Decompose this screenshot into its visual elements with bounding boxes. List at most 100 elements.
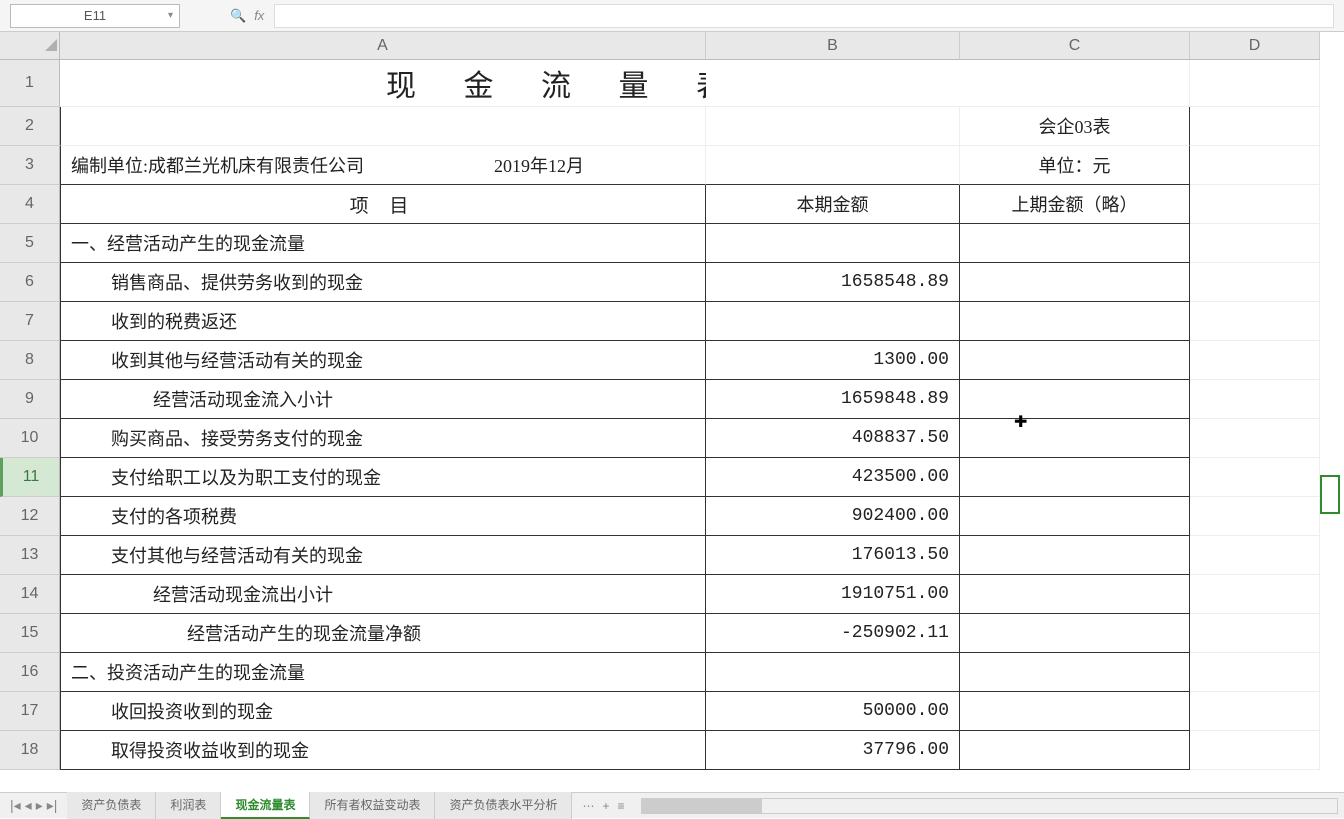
row-header[interactable]: 8 — [0, 341, 60, 380]
scroll-thumb[interactable] — [642, 799, 762, 813]
cell[interactable] — [1190, 224, 1320, 263]
cell[interactable]: 支付的各项税费 — [60, 497, 706, 536]
prev-sheet-icon[interactable]: ◂ — [25, 797, 32, 814]
tab-list-icon[interactable]: ≡ — [618, 799, 625, 813]
sheet-tab[interactable]: 利润表 — [156, 792, 221, 819]
cell[interactable]: 编制单位:成都兰光机床有限责任公司2019年12月 — [60, 146, 706, 185]
cell[interactable] — [1190, 60, 1320, 107]
name-box[interactable]: E11 — [10, 4, 180, 28]
row-header[interactable]: 6 — [0, 263, 60, 302]
cell[interactable]: 1300.00 — [706, 341, 960, 380]
cell[interactable] — [960, 614, 1190, 653]
cell[interactable]: 一、经营活动产生的现金流量 — [60, 224, 706, 263]
row-header[interactable]: 13 — [0, 536, 60, 575]
cell[interactable]: 1659848.89 — [706, 380, 960, 419]
cell[interactable]: 50000.00 — [706, 692, 960, 731]
row-header[interactable]: 9 — [0, 380, 60, 419]
cell[interactable] — [706, 146, 960, 185]
cell[interactable]: 1658548.89 — [706, 263, 960, 302]
cell[interactable] — [960, 497, 1190, 536]
row-header[interactable]: 18 — [0, 731, 60, 770]
cell[interactable] — [60, 107, 706, 146]
last-sheet-icon[interactable]: ▸| — [47, 797, 58, 814]
cell[interactable]: 本期金额 — [706, 185, 960, 224]
row-header[interactable]: 5 — [0, 224, 60, 263]
row-header[interactable]: 4 — [0, 185, 60, 224]
sheet-tab[interactable]: 所有者权益变动表 — [310, 792, 435, 819]
cell[interactable]: 上期金额（略） — [960, 185, 1190, 224]
sheet-tab[interactable]: 现金流量表 — [221, 792, 310, 819]
cell[interactable] — [1190, 497, 1320, 536]
cell[interactable] — [1190, 536, 1320, 575]
zoom-icon[interactable]: 🔍 — [230, 8, 246, 24]
row-header[interactable]: 10 — [0, 419, 60, 458]
cell[interactable] — [706, 302, 960, 341]
cell[interactable]: 37796.00 — [706, 731, 960, 770]
cell[interactable]: 现 金 流 量 表 — [60, 60, 706, 107]
col-header-D[interactable]: D — [1190, 32, 1320, 60]
row-header[interactable]: 12 — [0, 497, 60, 536]
first-sheet-icon[interactable]: |◂ — [10, 797, 21, 814]
cell[interactable]: 支付给职工以及为职工支付的现金 — [60, 458, 706, 497]
cell[interactable] — [960, 302, 1190, 341]
cell[interactable]: 支付其他与经营活动有关的现金 — [60, 536, 706, 575]
cell[interactable]: -250902.11 — [706, 614, 960, 653]
cell[interactable]: 会企03表 — [960, 107, 1190, 146]
cell[interactable]: 项 目 — [60, 185, 706, 224]
cell[interactable] — [1190, 185, 1320, 224]
sheet-tab[interactable]: 资产负债表 — [67, 792, 156, 819]
add-sheet-icon[interactable]: + — [602, 799, 609, 813]
cell[interactable] — [706, 653, 960, 692]
cell[interactable]: 单位：元 — [960, 146, 1190, 185]
col-header-C[interactable]: C — [960, 32, 1190, 60]
cell[interactable] — [960, 731, 1190, 770]
cell[interactable]: 902400.00 — [706, 497, 960, 536]
fx-icon[interactable]: fx — [254, 8, 264, 23]
cell[interactable] — [960, 575, 1190, 614]
cell[interactable]: 收到的税费返还 — [60, 302, 706, 341]
cell[interactable] — [960, 380, 1190, 419]
sheet-tab[interactable]: 资产负债表水平分析 — [435, 792, 572, 819]
cell[interactable]: 收回投资收到的现金 — [60, 692, 706, 731]
cell[interactable] — [1190, 263, 1320, 302]
cell[interactable] — [960, 341, 1190, 380]
col-header-A[interactable]: A — [60, 32, 706, 60]
col-header-B[interactable]: B — [706, 32, 960, 60]
cell[interactable] — [1190, 614, 1320, 653]
cell[interactable] — [960, 653, 1190, 692]
cell[interactable]: 销售商品、提供劳务收到的现金 — [60, 263, 706, 302]
cell[interactable]: 取得投资收益收到的现金 — [60, 731, 706, 770]
cell[interactable]: 经营活动产生的现金流量净额 — [60, 614, 706, 653]
cell[interactable]: 176013.50 — [706, 536, 960, 575]
cell[interactable]: 1910751.00 — [706, 575, 960, 614]
next-sheet-icon[interactable]: ▸ — [36, 797, 43, 814]
cell[interactable] — [1190, 575, 1320, 614]
cell[interactable]: 购买商品、接受劳务支付的现金 — [60, 419, 706, 458]
more-tabs-icon[interactable]: ⋯ — [582, 799, 594, 813]
row-header[interactable]: 14 — [0, 575, 60, 614]
row-header[interactable]: 7 — [0, 302, 60, 341]
cell[interactable] — [960, 692, 1190, 731]
cell[interactable] — [1190, 653, 1320, 692]
cell[interactable] — [960, 60, 1190, 107]
row-header[interactable]: 16 — [0, 653, 60, 692]
cell[interactable] — [706, 224, 960, 263]
cell[interactable] — [1190, 341, 1320, 380]
cell[interactable] — [1190, 419, 1320, 458]
cell[interactable] — [706, 60, 960, 107]
cell[interactable]: 423500.00 — [706, 458, 960, 497]
horizontal-scrollbar[interactable] — [641, 798, 1338, 814]
row-header[interactable]: 3 — [0, 146, 60, 185]
cell[interactable]: 经营活动现金流入小计 — [60, 380, 706, 419]
row-header[interactable]: 2 — [0, 107, 60, 146]
cell[interactable]: 经营活动现金流出小计 — [60, 575, 706, 614]
cell[interactable]: 二、投资活动产生的现金流量 — [60, 653, 706, 692]
cell[interactable] — [706, 107, 960, 146]
row-header[interactable]: 17 — [0, 692, 60, 731]
row-header[interactable]: 15 — [0, 614, 60, 653]
cell[interactable] — [960, 224, 1190, 263]
formula-input[interactable] — [274, 4, 1334, 28]
cell[interactable] — [1190, 380, 1320, 419]
cell[interactable] — [1190, 458, 1320, 497]
cell[interactable] — [1190, 107, 1320, 146]
